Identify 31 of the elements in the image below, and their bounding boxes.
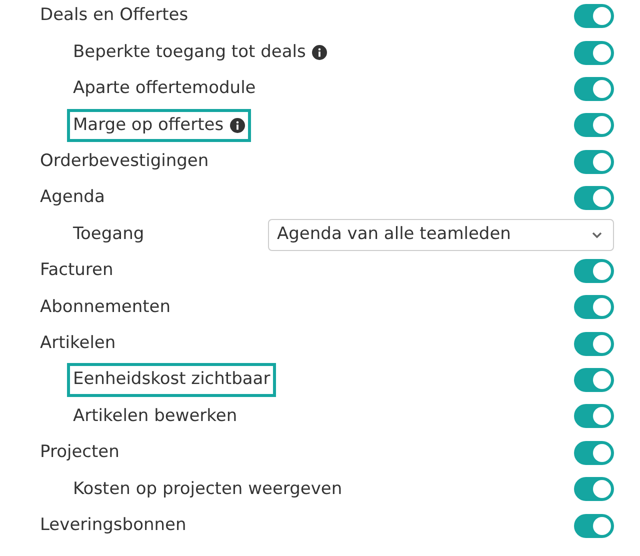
toggle-switch[interactable] bbox=[574, 332, 614, 356]
setting-label: Artikelen bbox=[40, 332, 116, 355]
toggle-switch[interactable] bbox=[574, 514, 614, 538]
toggle-switch[interactable] bbox=[574, 440, 614, 465]
setting-label: Facturen bbox=[40, 259, 114, 282]
toggle-switch[interactable] bbox=[574, 113, 614, 138]
setting-label: Toegang bbox=[73, 222, 144, 246]
chevron-down-icon bbox=[591, 230, 603, 239]
toggle-switch[interactable] bbox=[574, 76, 614, 101]
label-text: Marge op offertes bbox=[73, 114, 224, 137]
toggle-switch[interactable] bbox=[574, 150, 614, 174]
toggle-switch[interactable] bbox=[574, 368, 614, 392]
toggle-switch[interactable] bbox=[574, 295, 614, 320]
toggle-switch[interactable] bbox=[574, 40, 614, 65]
setting-label: Abonnementen bbox=[40, 296, 171, 319]
toggle-switch[interactable] bbox=[574, 4, 614, 28]
label-text: Beperkte toegang tot deals bbox=[73, 40, 306, 64]
setting-label: Aparte offertemodule bbox=[73, 77, 256, 100]
toggle-switch[interactable] bbox=[574, 404, 614, 428]
toggle-switch[interactable] bbox=[574, 477, 614, 502]
access-dropdown[interactable]: Agenda van alle teamleden bbox=[268, 218, 614, 251]
setting-label: Deals en Offertes bbox=[40, 4, 188, 28]
setting-label: Artikelen bewerken bbox=[73, 404, 238, 428]
setting-label: Orderbevestigingen bbox=[40, 150, 209, 173]
highlighted-setting-label: Eenheidskost zichtbaar bbox=[67, 363, 276, 397]
setting-label: Agenda bbox=[40, 186, 105, 210]
toggle-switch[interactable] bbox=[574, 258, 614, 283]
toggle-switch[interactable] bbox=[574, 186, 614, 210]
setting-label: Projecten bbox=[40, 441, 120, 464]
setting-label: Kosten op projecten weergeven bbox=[73, 478, 342, 501]
setting-label: Leveringsbonnen bbox=[40, 514, 186, 537]
